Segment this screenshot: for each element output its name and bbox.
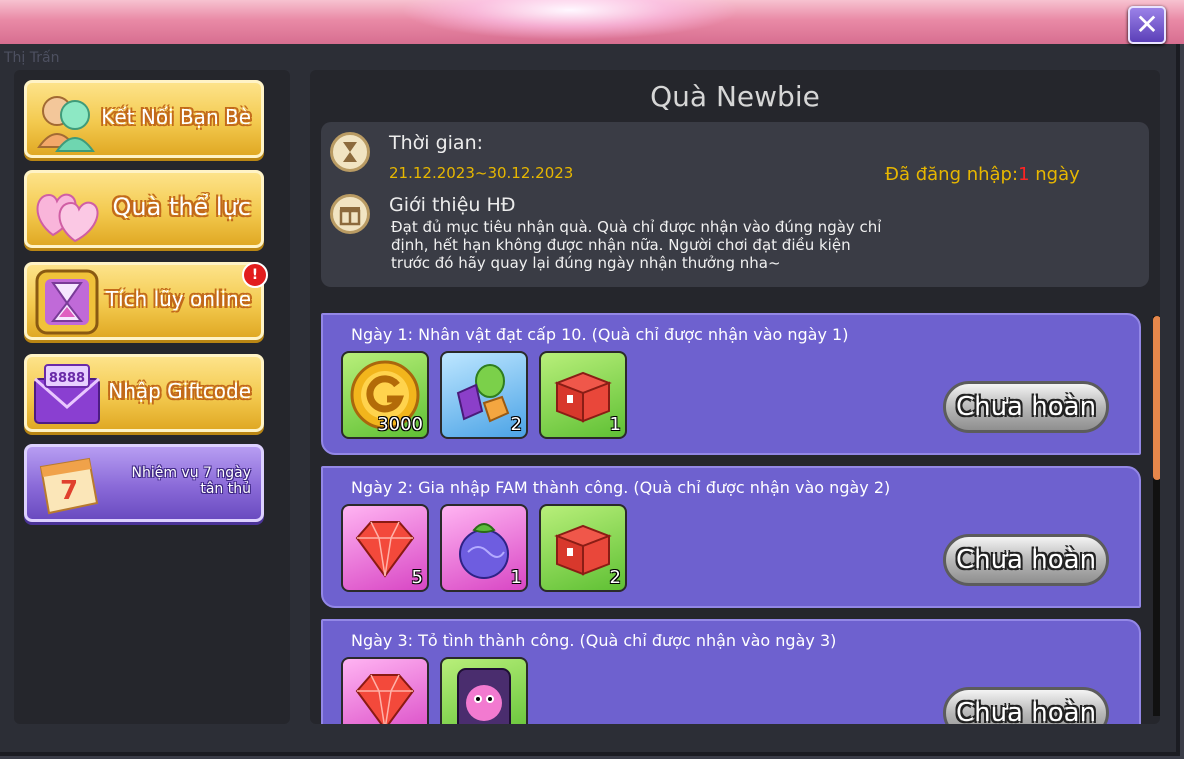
- day-title: Ngày 1: Nhân vật đạt cấp 10. (Quà chỉ đư…: [351, 325, 849, 344]
- top-banner: [0, 0, 1184, 44]
- reward-quantity: 2: [609, 567, 621, 588]
- event-description: Đạt đủ mục tiêu nhận quà. Quà chỉ được n…: [391, 218, 882, 272]
- reward-slot[interactable]: [341, 657, 429, 724]
- sidebar-item-label: Kết Nối Bạn Bè: [101, 105, 251, 129]
- background-location-text: Thị Trấn: [4, 50, 60, 66]
- reward-slot[interactable]: 2: [539, 504, 627, 592]
- time-label: Thời gian:: [389, 132, 484, 154]
- scrollbar-thumb[interactable]: [1153, 316, 1160, 480]
- reward-row-day-2: Ngày 2: Gia nhập FAM thành công. (Quà ch…: [321, 466, 1141, 608]
- sidebar-item-label: Tích lũy online: [105, 287, 251, 311]
- hourglass-icon: [35, 269, 99, 335]
- page-title: Quà Newbie: [650, 80, 820, 113]
- red-gem-icon: [355, 674, 415, 724]
- sidebar-item-label: Nhập Giftcode: [108, 379, 251, 403]
- reward-slot[interactable]: 1: [440, 504, 528, 592]
- friends-icon: [37, 96, 95, 152]
- hearts-icon: [36, 193, 99, 243]
- reward-quantity: 3000: [377, 414, 423, 435]
- devil-fruit-icon: [459, 523, 509, 579]
- reward-slot[interactable]: 2: [440, 351, 528, 439]
- reward-quantity: 1: [510, 567, 522, 588]
- hourglass-icon: [330, 132, 370, 172]
- login-prefix: Đã đăng nhập:: [885, 164, 1019, 185]
- intro-label: Giới thiệu HĐ: [389, 194, 516, 216]
- sidebar-item-ket-noi-ban-be[interactable]: Kết Nối Bạn Bè: [24, 80, 264, 158]
- envelope-code: 8888: [49, 371, 85, 386]
- sidebar-item-nhiem-vu-7-ngay[interactable]: 7 Nhiệm vụ 7 ngày tân thủ: [24, 444, 264, 522]
- calendar-icon: 7: [39, 457, 99, 515]
- banner-glow: [400, 0, 740, 40]
- calendar-number: 7: [60, 476, 78, 506]
- day-title: Ngày 3: Tỏ tình thành công. (Quà chỉ đượ…: [351, 631, 837, 650]
- reward-quantity: 2: [510, 414, 522, 435]
- sidebar-item-nhap-giftcode[interactable]: 8888 Nhập Giftcode: [24, 354, 264, 432]
- claim-status-button[interactable]: Chưa hoàn: [943, 381, 1109, 433]
- gift-icon: [330, 194, 370, 234]
- reward-slot[interactable]: 1: [539, 351, 627, 439]
- close-button[interactable]: ✕: [1128, 6, 1166, 44]
- reward-slot[interactable]: 5: [341, 504, 429, 592]
- label-line-1: Nhiệm vụ 7 ngày: [131, 465, 251, 481]
- sidebar: Kết Nối Bạn Bè Quà thể lực Tích lũy onli…: [14, 70, 290, 724]
- login-days: Đã đăng nhập:1 ngày: [885, 164, 1080, 185]
- red-chest-icon: [554, 524, 612, 576]
- event-info: Thời gian: 21.12.2023~30.12.2023 Đã đăng…: [321, 122, 1149, 287]
- red-gem-icon: [355, 521, 415, 578]
- login-suffix: ngày: [1029, 164, 1080, 185]
- claim-status-button[interactable]: Chưa hoàn: [943, 687, 1109, 724]
- reward-row-day-1: Ngày 1: Nhân vật đạt cấp 10. (Quà chỉ đư…: [321, 313, 1141, 455]
- event-date-range: 21.12.2023~30.12.2023: [389, 164, 574, 182]
- sidebar-item-qua-the-luc[interactable]: Quà thể lực: [24, 170, 264, 248]
- reward-row-day-3: Ngày 3: Tỏ tình thành công. (Quà chỉ đượ…: [321, 619, 1141, 724]
- label-line-2: tân thủ: [200, 481, 251, 497]
- login-days-count: 1: [1018, 164, 1030, 185]
- pet-card-icon: [457, 668, 511, 724]
- reward-slot[interactable]: 3000: [341, 351, 429, 439]
- red-chest-icon: [554, 371, 612, 423]
- sidebar-item-label: Quà thể lực: [112, 193, 251, 221]
- notification-badge: !: [242, 262, 268, 288]
- main-panel: Quà Newbie Thời gian: 21.12.2023~30.12.2…: [310, 70, 1160, 724]
- candy-gems-icon: [456, 364, 510, 423]
- sidebar-item-tich-luy-online[interactable]: Tích lũy online: [24, 262, 264, 340]
- reward-quantity: 1: [609, 414, 621, 435]
- reward-quantity: 5: [411, 567, 423, 588]
- claim-status-button[interactable]: Chưa hoàn: [943, 534, 1109, 586]
- sidebar-item-label: Nhiệm vụ 7 ngày tân thủ: [131, 465, 251, 497]
- day-title: Ngày 2: Gia nhập FAM thành công. (Quà ch…: [351, 478, 891, 497]
- scrollbar[interactable]: [1153, 316, 1160, 716]
- envelope-icon: 8888: [34, 364, 100, 424]
- reward-slot[interactable]: [440, 657, 528, 724]
